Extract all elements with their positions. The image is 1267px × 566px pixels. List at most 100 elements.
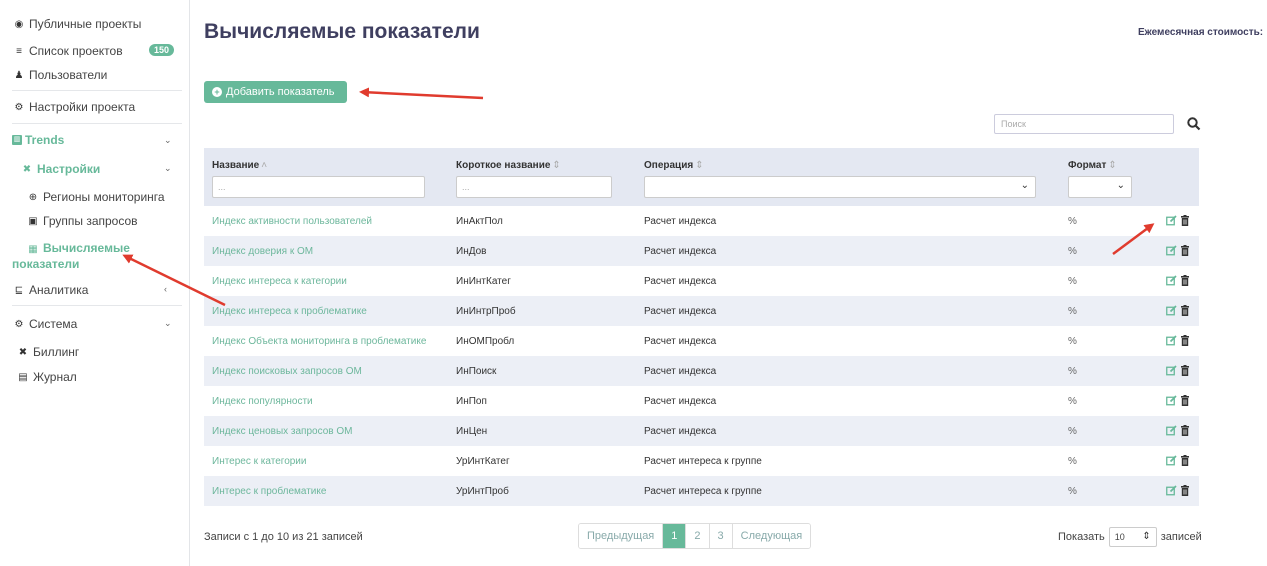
format-cell: % bbox=[1068, 426, 1077, 437]
short-name-cell: ИнАктПол bbox=[456, 216, 503, 227]
edit-icon[interactable] bbox=[1166, 275, 1177, 286]
row-actions bbox=[1166, 395, 1190, 406]
sidebar-item-projects-list[interactable]: ≡ Список проектов bbox=[12, 44, 123, 58]
sidebar-item-journal[interactable]: ▤ Журнал bbox=[16, 370, 77, 384]
row-actions bbox=[1166, 305, 1190, 316]
column-header-short-name[interactable]: Короткое название ⇕ bbox=[456, 160, 561, 171]
edit-icon[interactable] bbox=[1166, 335, 1177, 346]
indicator-name-link[interactable]: Индекс поисковых запросов ОМ bbox=[212, 366, 362, 377]
search-icon[interactable] bbox=[1186, 116, 1202, 132]
trash-icon[interactable] bbox=[1180, 485, 1190, 496]
column-header-name[interactable]: Название ˄ bbox=[212, 160, 267, 171]
indicator-name-link[interactable]: Индекс доверия к ОМ bbox=[212, 246, 313, 257]
add-indicator-button[interactable]: + Добавить показатель bbox=[204, 81, 347, 103]
trash-icon[interactable] bbox=[1180, 365, 1190, 376]
sidebar-item-label: Публичные проекты bbox=[29, 17, 142, 31]
sidebar-item-query-groups[interactable]: ▣ Группы запросов bbox=[26, 214, 137, 228]
operation-cell: Расчет интереса к группе bbox=[644, 456, 762, 467]
trash-icon[interactable] bbox=[1180, 245, 1190, 256]
indicator-name-link[interactable]: Индекс интереса к проблематике bbox=[212, 306, 367, 317]
plus-circle-icon: + bbox=[212, 87, 222, 97]
indicator-name-link[interactable]: Интерес к категории bbox=[212, 456, 306, 467]
short-name-cell: ИнДов bbox=[456, 246, 487, 257]
chevron-left-icon[interactable]: ‹ bbox=[164, 284, 167, 294]
filter-name-input[interactable]: ... bbox=[212, 176, 425, 198]
trash-icon[interactable] bbox=[1180, 425, 1190, 436]
format-cell: % bbox=[1068, 216, 1077, 227]
column-header-format[interactable]: Формат ⇕ bbox=[1068, 160, 1117, 171]
sidebar-item-billing[interactable]: ✖ Биллинг bbox=[16, 345, 80, 359]
trash-icon[interactable] bbox=[1180, 395, 1190, 406]
indicator-name-link[interactable]: Индекс активности пользователей bbox=[212, 216, 372, 227]
sidebar-item-public-projects[interactable]: ◉ Публичные проекты bbox=[12, 17, 142, 31]
divider bbox=[12, 123, 182, 124]
table-row: Индекс Объекта мониторинга в проблематик… bbox=[204, 326, 1199, 356]
short-name-cell: ИнПоиск bbox=[456, 366, 497, 377]
filter-operation-select[interactable]: ⌄ bbox=[644, 176, 1036, 198]
page-button-2[interactable]: 2 bbox=[686, 524, 710, 548]
search-input[interactable]: Поиск bbox=[994, 114, 1174, 134]
indicator-name-link[interactable]: Индекс ценовых запросов ОМ bbox=[212, 426, 352, 437]
indicator-name-link[interactable]: Индекс Объекта мониторинга в проблематик… bbox=[212, 336, 426, 347]
sort-icon: ⇕ bbox=[1108, 160, 1117, 171]
chevron-down-icon[interactable]: ⌄ bbox=[164, 163, 172, 174]
page-button-1[interactable]: 1 bbox=[663, 524, 687, 548]
format-cell: % bbox=[1068, 456, 1077, 467]
edit-icon[interactable] bbox=[1166, 245, 1177, 256]
operation-cell: Расчет индекса bbox=[644, 336, 717, 347]
next-page-button[interactable]: Следующая bbox=[732, 524, 811, 548]
sidebar-item-project-settings[interactable]: ⚙ Настройки проекта bbox=[12, 100, 136, 114]
globe-icon: ⊕ bbox=[28, 191, 38, 203]
prev-page-button[interactable]: Предыдущая bbox=[579, 524, 664, 548]
trash-icon[interactable] bbox=[1180, 455, 1190, 466]
updown-icon: ⇕ bbox=[1142, 531, 1151, 542]
sidebar-item-system[interactable]: ⚙ Система bbox=[12, 317, 78, 331]
trash-icon[interactable] bbox=[1180, 305, 1190, 316]
sidebar-item-label: Регионы мониторинга bbox=[43, 190, 165, 204]
edit-icon[interactable] bbox=[1166, 455, 1177, 466]
show-label: Показать bbox=[1058, 531, 1105, 543]
sidebar-item-label: показатели bbox=[12, 257, 80, 271]
sidebar-item-users[interactable]: ♟ Пользователи bbox=[12, 68, 108, 82]
chart-icon: ▥ bbox=[12, 135, 22, 145]
trash-icon[interactable] bbox=[1180, 215, 1190, 226]
edit-icon[interactable] bbox=[1166, 305, 1177, 316]
sidebar-item-analytics[interactable]: ⊑ Аналитика bbox=[12, 283, 89, 297]
indicator-name-link[interactable]: Индекс интереса к категории bbox=[212, 276, 347, 287]
row-actions bbox=[1166, 485, 1190, 496]
sidebar-item-computed-indicators[interactable]: ▦ Вычисляемые показатели bbox=[12, 241, 130, 271]
chevron-down-icon: ⌄ bbox=[1020, 180, 1029, 191]
sidebar-item-label: Настройки bbox=[37, 162, 101, 176]
edit-icon[interactable] bbox=[1166, 425, 1177, 436]
row-actions bbox=[1166, 425, 1190, 436]
table-row: Индекс поисковых запросов ОМ ИнПоиск Расче… bbox=[204, 356, 1199, 386]
edit-icon[interactable] bbox=[1166, 215, 1177, 226]
eye-icon: ◉ bbox=[14, 18, 24, 30]
edit-icon[interactable] bbox=[1166, 395, 1177, 406]
indicator-name-link[interactable]: Индекс популярности bbox=[212, 396, 313, 407]
page-size-select[interactable]: 10 ⇕ bbox=[1108, 527, 1157, 547]
records-info: Записи с 1 до 10 из 21 записей bbox=[204, 531, 363, 543]
trash-icon[interactable] bbox=[1180, 275, 1190, 286]
chevron-down-icon[interactable]: ⌄ bbox=[164, 135, 172, 146]
sort-asc-icon: ˄ bbox=[261, 160, 268, 171]
indicator-name-link[interactable]: Интерес к проблематике bbox=[212, 486, 326, 497]
chevron-down-icon[interactable]: ⌄ bbox=[164, 318, 172, 329]
pagination: Предыдущая 1 2 3 Следующая bbox=[578, 523, 812, 549]
edit-icon[interactable] bbox=[1166, 485, 1177, 496]
filter-format-select[interactable]: ⌄ bbox=[1068, 176, 1132, 198]
page-size-control: Показать 10 ⇕ записей bbox=[1058, 527, 1202, 547]
table-body: Индекс активности пользователей ИнАктПол Р… bbox=[204, 206, 1199, 506]
sidebar-item-trends[interactable]: ▥ Trends bbox=[12, 133, 64, 147]
filter-short-name-input[interactable]: ... bbox=[456, 176, 612, 198]
column-header-label: Название bbox=[212, 160, 260, 171]
edit-icon[interactable] bbox=[1166, 365, 1177, 376]
column-header-label: Операция bbox=[644, 160, 694, 171]
page-button-3[interactable]: 3 bbox=[709, 524, 733, 548]
sidebar-item-monitoring-regions[interactable]: ⊕ Регионы мониторинга bbox=[26, 190, 165, 204]
column-header-operation[interactable]: Операция ⇕ bbox=[644, 160, 704, 171]
trash-icon[interactable] bbox=[1180, 335, 1190, 346]
list-icon: ≡ bbox=[16, 45, 22, 57]
table-row: Индекс интереса к категории ИнИнтКатег Рас… bbox=[204, 266, 1199, 296]
sidebar-item-settings[interactable]: ✖ Настройки bbox=[20, 162, 101, 176]
